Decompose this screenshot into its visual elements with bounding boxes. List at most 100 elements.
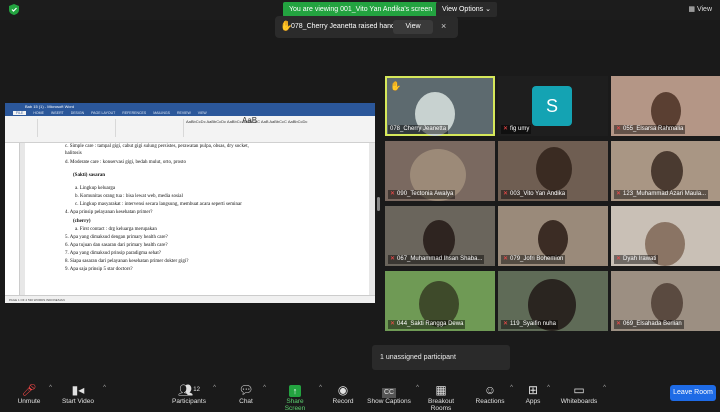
leave-room-button[interactable]: Leave Room bbox=[670, 385, 716, 401]
notification-text: 078_Cherry Jeanetta raised hand bbox=[291, 23, 395, 30]
muted-mic-icon: ✕ bbox=[390, 321, 396, 327]
start-video-button[interactable]: ▮◂ Start Video ^ bbox=[58, 382, 106, 405]
participant-name: ✕ 067_Muhammad Ihsan Shaba... bbox=[388, 255, 485, 264]
share-screen-button[interactable]: ↑ Share Screen ^ bbox=[276, 382, 322, 412]
security-shield-icon[interactable] bbox=[9, 4, 19, 15]
chevron-up-icon[interactable]: ^ bbox=[547, 385, 550, 391]
word-tab: MAILINGS bbox=[153, 111, 170, 115]
viewing-screen-banner: You are viewing 001_Vito Yan Andika's sc… bbox=[283, 2, 439, 17]
participant-tile[interactable]: ✕ 090_Tectonia Awalya bbox=[385, 141, 495, 201]
chevron-up-icon[interactable]: ^ bbox=[49, 385, 52, 391]
record-button[interactable]: ◉ Record bbox=[330, 382, 356, 405]
participant-name: ✕ 003_Vito Yan Andika bbox=[501, 190, 568, 199]
doc-line: 7. Apa yang dimaksud prinsip paradigma s… bbox=[65, 251, 161, 256]
ribbon-paragraph-group bbox=[117, 119, 184, 137]
muted-mic-icon: ✕ bbox=[390, 191, 396, 197]
view-layout-button[interactable]: ▦ View bbox=[688, 5, 712, 13]
chevron-down-icon: ⌄ bbox=[485, 6, 491, 13]
unmute-button[interactable]: 🎤︎ Unmute ^ bbox=[14, 382, 52, 405]
captions-icon: CC bbox=[381, 388, 397, 398]
unassigned-participant-notice[interactable]: 1 unassigned participant bbox=[372, 345, 510, 370]
participant-tile[interactable]: ✕ 067_Muhammad Ihsan Shaba... bbox=[385, 206, 495, 266]
video-off-icon: ▮◂ bbox=[71, 383, 85, 397]
word-ribbon: AaBbCcDc AaBbCcDc AaBbCc AaBbCcC AaB AaB… bbox=[5, 116, 375, 143]
participant-tile[interactable]: ✕ 055_Elsarsa Rahmalia bbox=[611, 76, 720, 136]
participants-icon: 👥︎12 bbox=[178, 383, 200, 397]
participant-name: ✕ 044_Sakti Rangga Dewa bbox=[388, 320, 466, 329]
participant-name: ✕ 055_Elsarsa Rahmalia bbox=[614, 125, 686, 134]
view-options-label: View Options bbox=[442, 6, 484, 13]
doc-line: (Sakti) sasaran bbox=[73, 173, 106, 178]
doc-line: a. Lingkup keluarga bbox=[75, 186, 116, 191]
reactions-label: Reactions bbox=[475, 398, 505, 405]
doc-line: halitosis bbox=[65, 151, 82, 156]
word-tab: REVIEW bbox=[176, 111, 191, 115]
chevron-up-icon[interactable]: ^ bbox=[263, 385, 266, 391]
view-label: View bbox=[696, 6, 712, 13]
participant-tile[interactable]: ✋ 078_Cherry Jeanetta bbox=[385, 76, 495, 136]
ribbon-styles: AaBbCcDc AaBbCcDc AaBbCc AaBbCcC AaB AaB… bbox=[186, 116, 307, 125]
chevron-up-icon[interactable]: ^ bbox=[213, 385, 216, 391]
style-heading: AaB bbox=[242, 116, 258, 125]
whiteboard-icon: ▭ bbox=[573, 383, 585, 397]
chat-icon: 💬︎ bbox=[238, 383, 254, 397]
breakout-rooms-button[interactable]: ▦ Breakout Rooms bbox=[417, 382, 465, 412]
reactions-icon: ☺ bbox=[483, 383, 497, 397]
raised-hand-icon: ✋ bbox=[390, 81, 402, 91]
participant-tile[interactable]: ✕ 119_Syaifin nuha bbox=[498, 271, 608, 331]
participants-button[interactable]: 👥︎12 Participants ^ bbox=[170, 382, 216, 405]
raised-hand-notification: ✋ 078_Cherry Jeanetta raised hand View × bbox=[275, 16, 458, 38]
chevron-up-icon[interactable]: ^ bbox=[319, 385, 322, 391]
participant-tile[interactable]: ✕ 079_Jofri Bohemion bbox=[498, 206, 608, 266]
participant-tile[interactable]: ✕ 003_Vito Yan Andika bbox=[498, 141, 608, 201]
notification-view-button[interactable]: View bbox=[393, 20, 433, 34]
word-tab: INSERT bbox=[50, 111, 64, 115]
apps-label: Apps bbox=[525, 398, 541, 405]
participant-tile[interactable]: S ✕ fig umy bbox=[498, 76, 608, 136]
share-screen-label: Share Screen bbox=[284, 398, 306, 412]
close-icon[interactable]: × bbox=[441, 21, 446, 31]
grid-icon: ▦ bbox=[688, 6, 695, 13]
participant-name: ✕ 090_Tectonia Awalya bbox=[388, 190, 456, 199]
participant-tile[interactable]: ✕ 123_Muhammad Azari Maula... bbox=[611, 141, 720, 201]
participant-tile[interactable]: ✕ Dyah Irawati bbox=[611, 206, 720, 266]
view-options-button[interactable]: View Options ⌄ bbox=[436, 2, 497, 17]
participant-name: ✕ fig umy bbox=[501, 125, 532, 134]
chevron-up-icon[interactable]: ^ bbox=[603, 385, 606, 391]
avatar: S bbox=[532, 86, 572, 126]
participant-name: ✕ 119_Syaifin nuha bbox=[501, 320, 558, 329]
share-screen-icon: ↑ bbox=[276, 382, 314, 398]
doc-line: 8. Siapa sasaran dari pelayanan kesehata… bbox=[65, 259, 189, 264]
show-captions-button[interactable]: CC Show Captions ^ bbox=[367, 382, 419, 405]
document-area: c. Simple care : tampal gigi, cabut gigi… bbox=[5, 143, 375, 295]
start-video-label: Start Video bbox=[61, 398, 95, 405]
participants-count: 12 bbox=[193, 387, 200, 393]
chevron-up-icon[interactable]: ^ bbox=[103, 385, 106, 391]
participants-label: Participants bbox=[172, 398, 206, 405]
breakout-rooms-label: Breakout Rooms bbox=[427, 398, 455, 412]
shared-screen: Bab 15 (1) - Microsoft Word FILE HOME INSE… bbox=[5, 103, 375, 303]
muted-mic-icon: ✕ bbox=[503, 191, 509, 197]
muted-mic-icon: ✕ bbox=[503, 256, 509, 262]
doc-line: 6. Apa tujuan dan sasaran dari primary h… bbox=[65, 243, 168, 248]
word-title-bar: Bab 15 (1) - Microsoft Word bbox=[5, 103, 375, 110]
whiteboards-button[interactable]: ▭ Whiteboards ^ bbox=[560, 382, 606, 405]
apps-icon: ⊞ bbox=[527, 383, 539, 397]
show-captions-label: Show Captions bbox=[367, 398, 411, 405]
reactions-button[interactable]: ☺ Reactions ^ bbox=[475, 382, 513, 405]
participant-name: ✕ 079_Jofri Bohemion bbox=[501, 255, 566, 264]
apps-button[interactable]: ⊞ Apps ^ bbox=[524, 382, 550, 405]
participant-name: ✕ 123_Muhammad Azari Maula... bbox=[614, 190, 709, 199]
doc-line: 9. Apa saja prinsip 5 star doctors? bbox=[65, 267, 133, 272]
split-resize-handle[interactable] bbox=[377, 197, 380, 211]
ribbon-font-group bbox=[39, 119, 116, 137]
participant-video bbox=[536, 147, 572, 191]
participant-video bbox=[423, 220, 455, 260]
chat-button[interactable]: 💬︎ Chat ^ bbox=[234, 382, 266, 405]
participant-tile[interactable]: ✕ 044_Sakti Rangga Dewa bbox=[385, 271, 495, 331]
participant-tile[interactable]: ✕ 069_Elsahada Berlian bbox=[611, 271, 720, 331]
chevron-up-icon[interactable]: ^ bbox=[510, 385, 513, 391]
doc-line: b. Komunitas orang tua : bisa lewat web,… bbox=[75, 194, 183, 199]
participant-name: ✕ 069_Elsahada Berlian bbox=[614, 320, 684, 329]
word-tab: HOME bbox=[33, 111, 44, 115]
